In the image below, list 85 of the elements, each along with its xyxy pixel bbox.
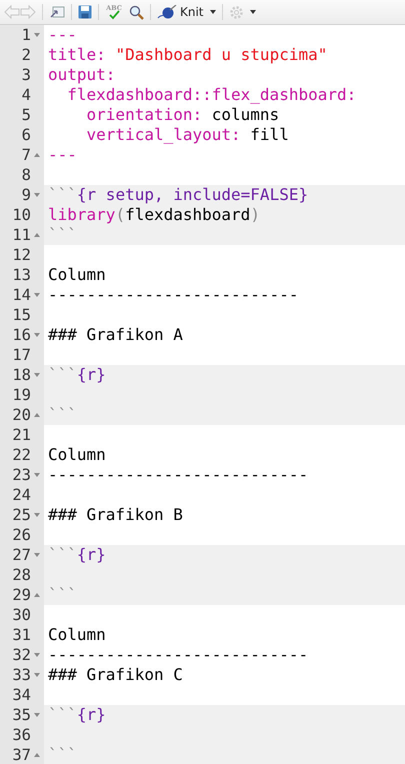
line-number: 19 bbox=[12, 386, 31, 404]
fold-icon[interactable] bbox=[34, 373, 40, 377]
code-line: Column bbox=[48, 445, 106, 465]
caret-icon[interactable] bbox=[210, 10, 216, 14]
fold-icon[interactable] bbox=[34, 333, 40, 337]
line-number: 6 bbox=[22, 126, 31, 144]
popout-window-icon[interactable] bbox=[49, 5, 65, 19]
code-line: ```{r setup, include=FALSE} bbox=[48, 185, 308, 205]
line-number: 5 bbox=[22, 106, 31, 124]
line-number: 25 bbox=[12, 506, 31, 524]
line-number: 33 bbox=[12, 666, 31, 684]
fold-icon[interactable] bbox=[34, 33, 40, 37]
fold-icon[interactable] bbox=[34, 293, 40, 297]
fold-icon[interactable] bbox=[34, 673, 40, 677]
line-number: 27 bbox=[12, 546, 31, 564]
line-number: 16 bbox=[12, 326, 31, 344]
knit-button[interactable]: Knit bbox=[157, 5, 204, 19]
line-number: 22 bbox=[12, 446, 31, 464]
code-line: ```{r} bbox=[48, 705, 106, 725]
code-line: --------------------------- bbox=[48, 465, 308, 485]
code-line: ### Grafikon B bbox=[48, 505, 183, 525]
fold-icon[interactable] bbox=[34, 513, 40, 517]
code-line: title: "Dashboard u stupcima" bbox=[48, 45, 328, 65]
fold-icon[interactable] bbox=[34, 153, 40, 157]
line-number: 29 bbox=[12, 586, 31, 604]
fold-icon[interactable] bbox=[34, 193, 40, 197]
code-line: Column bbox=[48, 265, 106, 285]
line-number: 32 bbox=[12, 646, 31, 664]
line-number: 37 bbox=[12, 746, 31, 764]
code-line: output: bbox=[48, 65, 116, 85]
code-line: Column bbox=[48, 625, 106, 645]
line-number: 1 bbox=[22, 26, 31, 44]
line-number: 17 bbox=[12, 346, 31, 364]
fold-icon[interactable] bbox=[34, 713, 40, 717]
line-number: 26 bbox=[12, 526, 31, 544]
line-number: 34 bbox=[12, 686, 31, 704]
code-line: orientation: columns bbox=[86, 105, 280, 125]
line-number: 15 bbox=[12, 306, 31, 324]
line-number: 11 bbox=[12, 226, 31, 244]
code-line: ### Grafikon C bbox=[48, 665, 183, 685]
fold-icon[interactable] bbox=[34, 233, 40, 237]
code-line: ### Grafikon A bbox=[48, 325, 183, 345]
code-line: -------------------------- bbox=[48, 285, 298, 305]
settings-icon[interactable] bbox=[228, 4, 244, 20]
line-number: 13 bbox=[12, 266, 31, 284]
line-number: 12 bbox=[12, 246, 31, 264]
line-number: 8 bbox=[22, 166, 31, 184]
code-line: ``` bbox=[48, 225, 77, 245]
code-line: --- bbox=[48, 25, 77, 45]
code-line: --------------------------- bbox=[48, 645, 308, 665]
fold-icon[interactable] bbox=[34, 413, 40, 417]
code-line: --- bbox=[48, 145, 77, 165]
line-number: 24 bbox=[12, 486, 31, 504]
fold-icon[interactable] bbox=[34, 553, 40, 557]
line-number: 9 bbox=[22, 186, 31, 204]
code-line: ``` bbox=[48, 405, 77, 425]
code-line: vertical_layout: fill bbox=[86, 125, 289, 145]
line-number: 36 bbox=[12, 726, 31, 744]
code-line: ```{r} bbox=[48, 365, 106, 385]
code-line: ``` bbox=[48, 585, 77, 605]
line-number: 23 bbox=[12, 466, 31, 484]
line-number: 7 bbox=[22, 146, 31, 164]
code-line: ```{r} bbox=[48, 545, 106, 565]
line-number: 20 bbox=[12, 406, 31, 424]
code-line: flexdashboard::flex_dashboard: bbox=[66, 85, 356, 105]
search-icon[interactable] bbox=[129, 4, 144, 20]
line-number: 18 bbox=[12, 366, 31, 384]
line-number: 10 bbox=[12, 206, 31, 224]
line-number: 28 bbox=[12, 566, 31, 584]
fold-icon[interactable] bbox=[34, 653, 40, 657]
fold-icon[interactable] bbox=[34, 593, 40, 597]
save-icon[interactable] bbox=[78, 5, 92, 19]
line-number: 2 bbox=[22, 46, 31, 64]
line-number: 14 bbox=[12, 286, 31, 304]
line-number: 21 bbox=[12, 426, 31, 444]
fold-icon[interactable] bbox=[34, 473, 40, 477]
fold-icon[interactable] bbox=[34, 753, 40, 757]
code-line: library(flexdashboard) bbox=[48, 205, 260, 225]
line-number: 35 bbox=[12, 706, 31, 724]
line-number: 30 bbox=[12, 606, 31, 624]
line-number: 4 bbox=[22, 86, 31, 104]
caret-icon[interactable] bbox=[250, 10, 256, 14]
line-number: 3 bbox=[22, 66, 31, 84]
code-line: ``` bbox=[48, 745, 77, 764]
line-number: 31 bbox=[12, 626, 31, 644]
